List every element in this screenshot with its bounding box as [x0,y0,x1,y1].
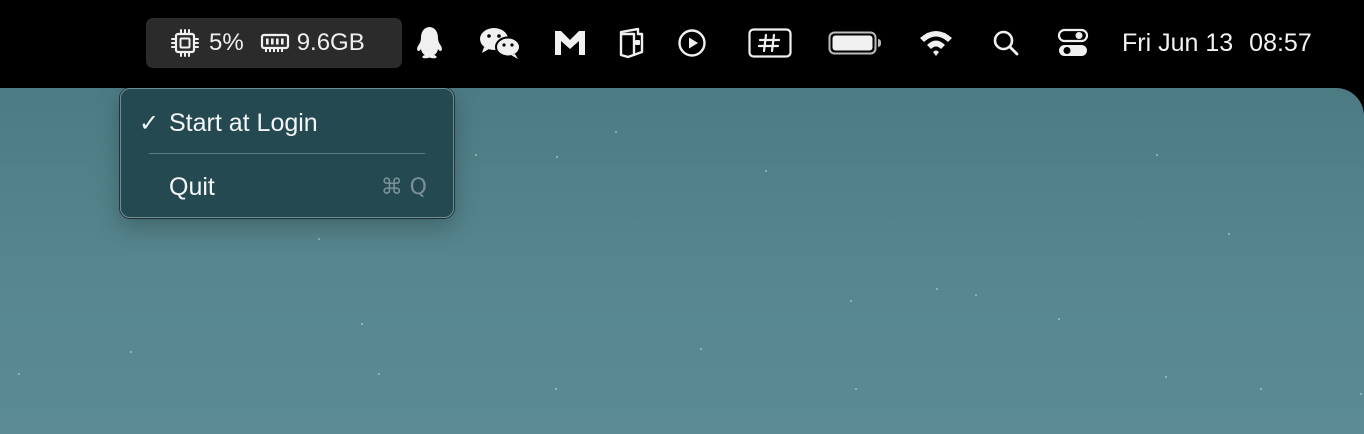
wallpaper-speck [1260,388,1262,390]
wallpaper-speck [615,131,617,133]
wallpaper-speck [1058,318,1060,320]
wechat-icon[interactable] [478,22,522,64]
checkmark-icon: ✓ [139,109,160,137]
wallpaper-speck [1165,376,1167,378]
menu-separator [149,153,425,154]
menu-item-label: Start at Login [169,108,318,137]
wallpaper-speck [765,170,767,172]
menu-item-quit[interactable]: Quit ⌘ Q [121,167,453,207]
qq-penguin-icon[interactable] [412,22,448,64]
wallpaper-speck [361,323,363,325]
play-circle-icon[interactable] [676,22,708,64]
control-center-icon[interactable] [1056,22,1090,64]
wallpaper-speck [555,388,557,390]
wifi-icon[interactable] [916,22,956,64]
date-text: Fri Jun 13 [1122,28,1234,57]
wallpaper-speck [18,373,20,375]
memory-usage-value: 9.6GB [296,29,365,56]
ram-module-icon [260,33,289,52]
wallpaper-speck [700,348,702,350]
wallpaper-speck [855,388,857,390]
hashtag-box-icon[interactable] [748,22,792,64]
wallpaper-speck [1360,393,1362,395]
stats-app-dropdown-menu: ✓ Start at Login Quit ⌘ Q [120,88,454,218]
cpu-usage-value: 5% [209,29,244,56]
wallpaper-speck [130,351,132,353]
cat-mail-icon[interactable] [552,22,588,64]
wallpaper-speck [936,288,938,290]
wallpaper-speck [1156,154,1158,156]
clock[interactable]: Fri Jun 13 08:57 [1122,24,1312,62]
menu-item-label: Quit [169,172,215,201]
menu-bar: 5% 9.6GB Fri Jun 13 08:57 [0,0,1364,88]
menu-item-start-at-login[interactable]: ✓ Start at Login [121,103,453,143]
wallpaper-speck [556,156,558,158]
wallpaper-speck [850,300,852,302]
wallpaper-speck [378,373,380,375]
wallpaper-speck [1228,233,1230,235]
search-icon[interactable] [990,22,1022,64]
keyboard-shortcut: ⌘ Q [380,174,427,200]
wallpaper-speck [975,294,977,296]
system-stats-widget[interactable]: 5% 9.6GB [146,18,402,68]
battery-icon[interactable] [828,22,882,64]
wallet-icon[interactable] [615,22,647,64]
cpu-chip-icon [171,29,199,57]
wallpaper-speck [475,154,477,156]
time-text: 08:57 [1249,28,1312,57]
wallpaper-speck [318,238,320,240]
